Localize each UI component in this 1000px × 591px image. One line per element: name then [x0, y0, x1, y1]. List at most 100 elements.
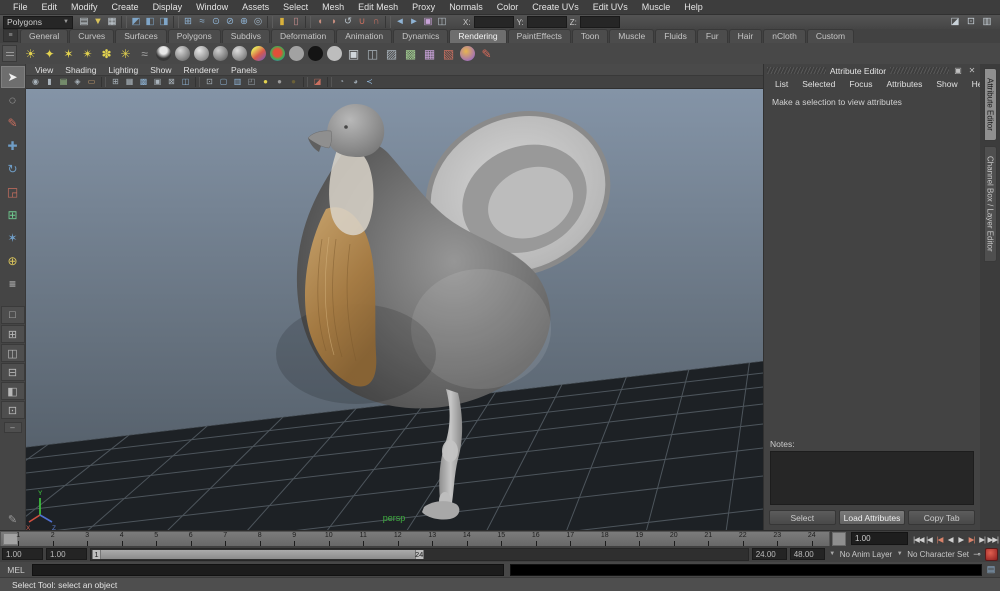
- ae-menu-show[interactable]: Show: [929, 79, 964, 89]
- blinn-sphere-icon[interactable]: [194, 46, 209, 61]
- ae-menu-focus[interactable]: Focus: [842, 79, 879, 89]
- shelf-tab-custom[interactable]: Custom: [807, 29, 854, 43]
- ramp-sphere-icon[interactable]: [270, 46, 285, 61]
- select-object-icon[interactable]: ◧: [143, 16, 157, 28]
- light-gray-sphere-icon[interactable]: [327, 46, 342, 61]
- timeline-frame[interactable]: 15: [484, 532, 519, 546]
- lock-camera-icon[interactable]: ▮: [43, 77, 56, 87]
- playback-range-bar[interactable]: 1 24: [92, 550, 424, 559]
- menu-file[interactable]: File: [6, 2, 35, 12]
- toggle-attribute-editor-icon[interactable]: ◪: [948, 16, 962, 28]
- smooth-shade-icon[interactable]: ▦: [123, 77, 136, 87]
- timeline-frame[interactable]: 5: [139, 532, 174, 546]
- new-scene-icon[interactable]: ▤: [77, 16, 91, 28]
- select-hierarchy-icon[interactable]: ◩: [129, 16, 143, 28]
- ae-menu-attributes[interactable]: Attributes: [879, 79, 929, 89]
- vp-menu-renderer[interactable]: Renderer: [178, 65, 225, 75]
- vp-menu-show[interactable]: Show: [144, 65, 177, 75]
- side-tab-channel-box[interactable]: Channel Box / Layer Editor: [984, 146, 997, 262]
- anim-end-field[interactable]: 48.00: [790, 548, 825, 560]
- batch-render-icon[interactable]: [460, 46, 475, 61]
- render-region-shelf-icon[interactable]: ◫: [364, 45, 381, 62]
- timeline-frame[interactable]: 16: [519, 532, 554, 546]
- timeline-frame[interactable]: 9: [277, 532, 312, 546]
- range-start-handle[interactable]: 1: [92, 550, 101, 559]
- separator[interactable]: [303, 77, 308, 87]
- step-forward-key-button[interactable]: ▶|: [977, 535, 988, 544]
- construction-history-icon[interactable]: ↺: [341, 16, 355, 28]
- playback-start-field[interactable]: 1.00: [46, 548, 87, 560]
- screen-ao-icon[interactable]: ◫: [179, 77, 192, 87]
- save-scene-icon[interactable]: ▦: [105, 16, 119, 28]
- render-view-icon[interactable]: ◄: [393, 16, 407, 28]
- timeline-frame[interactable]: 4: [105, 532, 140, 546]
- highlight-selection-icon[interactable]: ▯: [289, 16, 303, 28]
- set-key-icon[interactable]: ⊸: [972, 549, 982, 560]
- volume-light-icon[interactable]: ✽: [98, 45, 115, 62]
- timeline-frame[interactable]: 14: [450, 532, 485, 546]
- go-to-end-button[interactable]: ▶▶|: [987, 535, 998, 544]
- timeline-frame[interactable]: 21: [691, 532, 726, 546]
- rainbow-sphere-icon[interactable]: [251, 46, 266, 61]
- load-attributes-button[interactable]: Load Attributes: [839, 510, 906, 525]
- separator[interactable]: [173, 16, 179, 28]
- textured-icon[interactable]: ▩: [137, 77, 150, 87]
- output-connections-icon[interactable]: ◗: [327, 16, 341, 28]
- no-lights-icon[interactable]: ●: [287, 77, 300, 87]
- menu-create-uvs[interactable]: Create UVs: [525, 2, 586, 12]
- snap-magnet-alt-icon[interactable]: ∩: [369, 16, 383, 28]
- shelf-tab-general[interactable]: General: [20, 29, 68, 43]
- input-connections-icon[interactable]: ◖: [313, 16, 327, 28]
- step-forward-frame-button[interactable]: ▶|: [966, 535, 977, 544]
- wireframe-icon[interactable]: ⊞: [109, 77, 122, 87]
- chevron-down-icon[interactable]: ▼: [895, 551, 904, 557]
- render-settings-icon[interactable]: ◫: [435, 16, 449, 28]
- menu-create[interactable]: Create: [105, 2, 146, 12]
- command-result-field[interactable]: [510, 564, 982, 576]
- wireframe-on-shaded-icon[interactable]: ◕: [349, 77, 362, 87]
- character-set-dropdown[interactable]: No Character Set: [907, 550, 969, 559]
- shelf-tab-animation[interactable]: Animation: [336, 29, 392, 43]
- timeline-frame[interactable]: 17: [553, 532, 588, 546]
- separator[interactable]: [121, 16, 127, 28]
- timeline-frame[interactable]: 13: [415, 532, 450, 546]
- shelf-tab-curves[interactable]: Curves: [69, 29, 114, 43]
- layout-four-pane-button[interactable]: ⊞: [1, 325, 25, 343]
- timeline-frame[interactable]: 10: [312, 532, 347, 546]
- menu-mesh[interactable]: Mesh: [315, 2, 351, 12]
- snap-view-icon[interactable]: ⊘: [223, 16, 237, 28]
- ipr-render-icon[interactable]: ▣: [421, 16, 435, 28]
- snap-surface-icon[interactable]: ⊕: [237, 16, 251, 28]
- render-current-frame-icon[interactable]: ►: [407, 16, 421, 28]
- lambert-sphere-icon[interactable]: [175, 46, 190, 61]
- env-sphere-icon[interactable]: [156, 46, 171, 61]
- layout-single-pane-button[interactable]: □: [1, 306, 25, 324]
- open-scene-icon[interactable]: ▼: [91, 16, 105, 28]
- make-live-icon[interactable]: ◎: [251, 16, 265, 28]
- snap-curve-icon[interactable]: ≈: [195, 16, 209, 28]
- x-input[interactable]: [474, 16, 514, 28]
- shelf-tab-fluids[interactable]: Fluids: [655, 29, 696, 43]
- shading-map-icon[interactable]: ≈: [136, 45, 153, 62]
- shelf-tab-subdivs[interactable]: Subdivs: [222, 29, 270, 43]
- timeline-frame[interactable]: 11: [346, 532, 381, 546]
- play-forwards-button[interactable]: ▶: [956, 535, 967, 544]
- shelf-menu-button[interactable]: ≡: [3, 29, 18, 42]
- sculpt-brush-icon[interactable]: ✎: [8, 513, 17, 526]
- layout-two-pane-side-button[interactable]: ◫: [1, 344, 25, 362]
- menu-normals[interactable]: Normals: [442, 2, 490, 12]
- menu-edit[interactable]: Edit: [35, 2, 65, 12]
- shelf-tab-deformation[interactable]: Deformation: [271, 29, 335, 43]
- close-icon[interactable]: ✕: [967, 66, 977, 75]
- shelf-tab-rendering[interactable]: Rendering: [449, 29, 506, 43]
- ae-menu-list[interactable]: List: [768, 79, 795, 89]
- timeline-frame[interactable]: 6: [174, 532, 209, 546]
- menu-select[interactable]: Select: [276, 2, 315, 12]
- anim-layer-dropdown[interactable]: No Anim Layer: [840, 550, 892, 559]
- universal-manipulator-tool[interactable]: ⊞: [1, 204, 25, 226]
- ambient-light-icon[interactable]: ✳: [117, 45, 134, 62]
- shelf-tab-hair[interactable]: Hair: [729, 29, 763, 43]
- step-back-frame-button[interactable]: |◀: [934, 535, 945, 544]
- shelf-tab-muscle[interactable]: Muscle: [609, 29, 654, 43]
- render-layer-shelf-icon[interactable]: ▧: [440, 45, 457, 62]
